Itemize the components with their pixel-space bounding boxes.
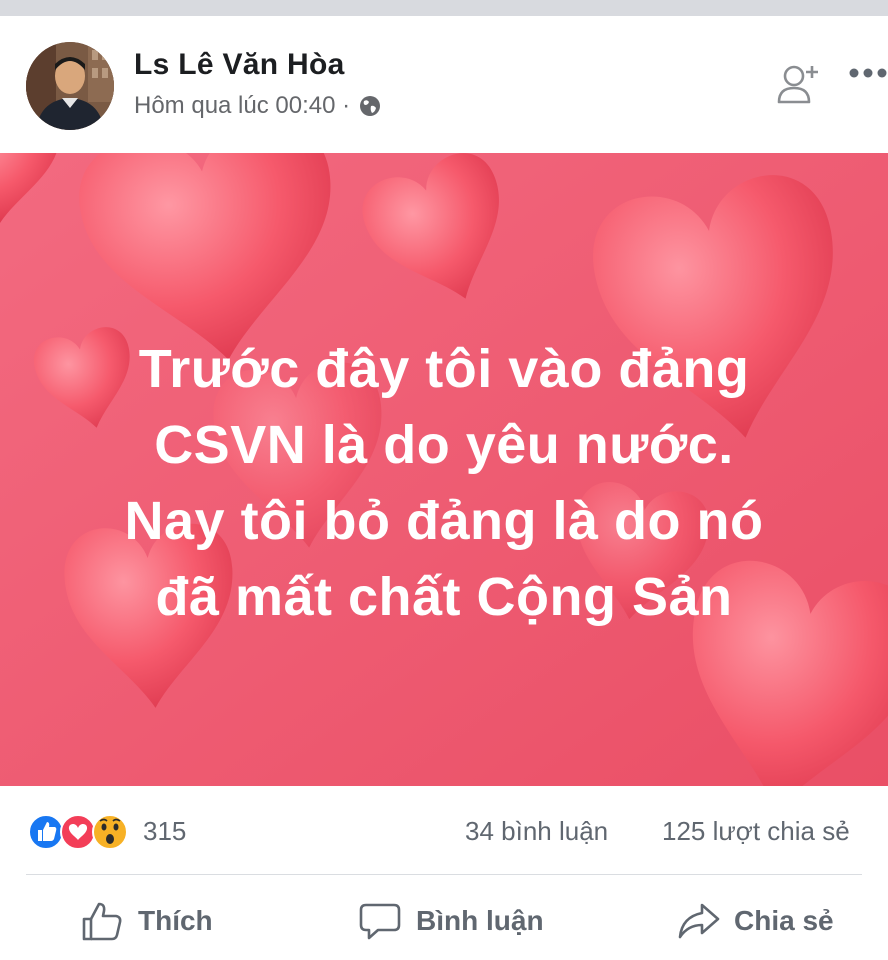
love-reaction-icon (60, 814, 96, 850)
post-text: Trước đây tôi vào đảng CSVN là do yêu nư… (0, 331, 888, 635)
post-text-line: CSVN là do yêu nước. (154, 415, 734, 475)
wow-reaction-icon (92, 814, 128, 850)
like-button[interactable]: Thích (80, 899, 213, 943)
comment-button[interactable]: Bình luận (358, 899, 544, 943)
post-text-line: đã mất chất Cộng Sản (155, 567, 733, 627)
share-icon (676, 899, 720, 943)
post-meta: Hôm qua lúc 00:40 · (134, 92, 382, 120)
share-count-link[interactable]: 125 lượt chia sẻ (662, 816, 850, 847)
globe-icon (358, 94, 382, 118)
share-label: Chia sẻ (734, 905, 834, 936)
post-text-line: Trước đây tôi vào đảng (138, 339, 750, 399)
author-name[interactable]: Ls Lê Văn Hòa (134, 48, 345, 82)
reactions-bar: 315 34 bình luận 125 lượt chia sẻ (0, 786, 888, 874)
like-reaction-icon (28, 814, 64, 850)
comment-icon (358, 899, 402, 943)
post-timestamp[interactable]: Hôm qua lúc 00:40 · (134, 92, 350, 120)
thumbs-up-icon (80, 899, 124, 943)
comment-label: Bình luận (416, 905, 544, 936)
post-text-line: Nay tôi bỏ đảng là do nó (124, 491, 764, 551)
share-button[interactable]: Chia sẻ (676, 899, 834, 943)
feed-post: Ls Lê Văn Hòa Hôm qua lúc 00:40 · Trước … (0, 16, 888, 960)
comment-count-link[interactable]: 34 bình luận (465, 816, 608, 847)
reaction-icons[interactable] (28, 812, 138, 852)
more-options-icon[interactable] (848, 66, 888, 80)
like-label: Thích (138, 905, 213, 936)
reaction-count[interactable]: 315 (143, 816, 186, 847)
add-friend-icon[interactable] (774, 60, 822, 108)
author-avatar[interactable] (26, 42, 114, 130)
post-image[interactable]: Trước đây tôi vào đảng CSVN là do yêu nư… (0, 153, 888, 786)
post-header: Ls Lê Văn Hòa Hôm qua lúc 00:40 · (0, 16, 888, 153)
top-edge (0, 0, 888, 16)
post-actions: Thích Bình luận Chia sẻ (0, 875, 888, 960)
